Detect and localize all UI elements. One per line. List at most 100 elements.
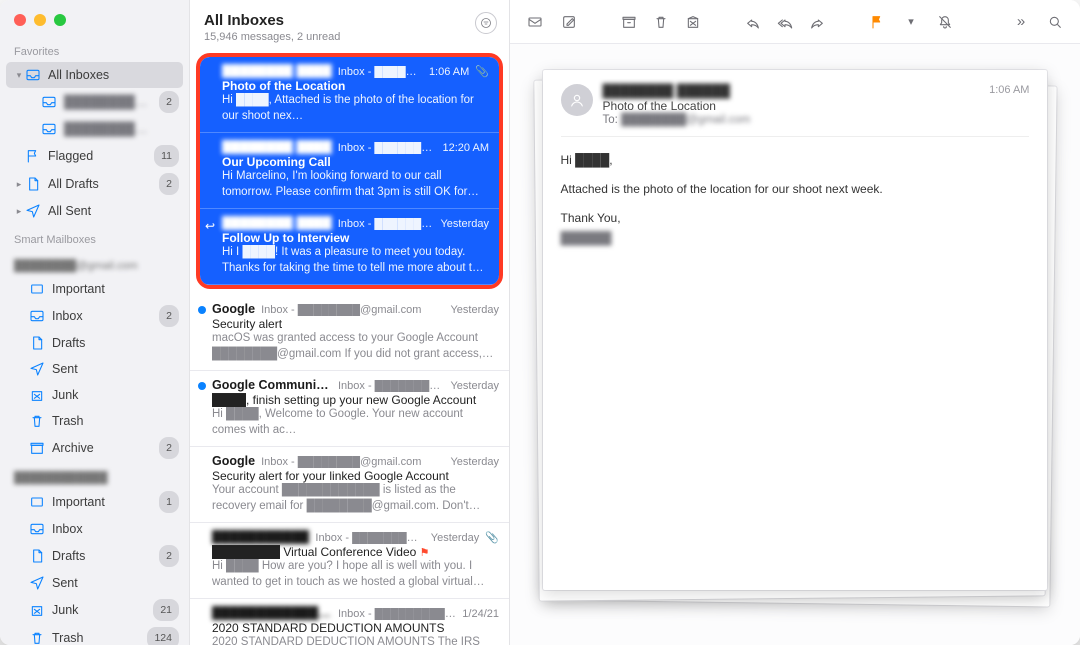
message-mailbox: Inbox - ████████@gmail.com (338, 66, 423, 78)
sidebar-item-all-sent[interactable]: ▸ All Sent (0, 198, 189, 224)
count-badge: 21 (153, 599, 179, 621)
sidebar-item-label: Inbox (52, 306, 159, 326)
forward-button[interactable] (806, 11, 828, 33)
mailbox-title: All Inboxes (204, 12, 340, 29)
message-row[interactable]: ↩████████ ████Inbox - ████████@gmail.com… (200, 209, 499, 285)
search-button[interactable] (1044, 11, 1066, 33)
message-row[interactable]: GoogleInbox - ████████@gmail.comYesterda… (190, 447, 509, 523)
sidebar-item-important[interactable]: Important1 (0, 488, 189, 516)
replied-icon: ↩ (205, 219, 215, 233)
sidebar-item-drafts[interactable]: Drafts2 (0, 542, 189, 570)
message-preview: Hi ████, Attached is the photo of the lo… (222, 93, 489, 124)
sidebar-account-header-1[interactable]: ████████@gmail.com (0, 250, 189, 276)
count-badge: 1 (159, 491, 179, 513)
compose-button[interactable] (558, 11, 580, 33)
sidebar-item-label: Flagged (48, 146, 154, 166)
sidebar-item-junk[interactable]: Junk (0, 382, 189, 408)
message-list[interactable]: ████████ ████Inbox - ████████@gmail.com1… (190, 51, 509, 645)
junk-icon (28, 602, 46, 618)
message-row[interactable]: GoogleInbox - ████████@gmail.comYesterda… (190, 295, 509, 371)
chevron-down-icon[interactable]: ▾ (14, 65, 24, 85)
sidebar-item-sent[interactable]: Sent (0, 356, 189, 382)
sidebar-item-all-drafts[interactable]: ▸ All Drafts 2 (0, 170, 189, 198)
message-mailbox: Inbox - ████████████… (315, 532, 424, 544)
sidebar-item-inbox[interactable]: Inbox (0, 516, 189, 542)
message-subject: Photo of the Location (603, 99, 751, 113)
message-body: Hi ████, Attached is the photo of the lo… (561, 137, 1030, 248)
message-sender: ████████ ████ (222, 64, 332, 78)
message-sender: ████████ ████ (222, 140, 332, 154)
sidebar-item-junk[interactable]: Junk21 (0, 596, 189, 624)
sidebar-section-smart: Smart Mailboxes (0, 224, 189, 250)
sidebar-account-header-2[interactable]: ████████████ (0, 462, 189, 488)
message-mailbox: Inbox - ████████████ (338, 142, 437, 154)
archive-button[interactable] (618, 11, 640, 33)
junk-button[interactable] (682, 11, 704, 33)
sidebar-item-account-inbox-2[interactable]: ████████… (0, 116, 189, 142)
sidebar-item-label: ████████@g… (64, 92, 159, 112)
close-window-button[interactable] (14, 14, 26, 26)
sidebar-item-archive[interactable]: Archive2 (0, 434, 189, 462)
flag-button[interactable] (866, 11, 888, 33)
message-mailbox: Inbox - ████████@gmail.com (261, 304, 444, 316)
attachment-icon: 📎 (485, 531, 499, 544)
zoom-window-button[interactable] (54, 14, 66, 26)
sidebar-item-label: All Inboxes (48, 65, 173, 85)
message-subject: Photo of the Location (222, 79, 489, 93)
sidebar-item-all-inboxes[interactable]: ▾ All Inboxes (6, 62, 183, 88)
flag-icon: ⚑ (420, 547, 430, 559)
sidebar-item-inbox[interactable]: Inbox2 (0, 302, 189, 330)
message-row[interactable]: ████████ ████Inbox - ████████████12:20 A… (200, 133, 499, 209)
message-mailbox: Inbox - ████████@gmail.com (261, 456, 444, 468)
chevron-right-icon[interactable]: ▸ (14, 174, 24, 194)
sidebar-item-sent[interactable]: Sent (0, 570, 189, 596)
toolbar: ▾ » (510, 0, 1080, 44)
minimize-window-button[interactable] (34, 14, 46, 26)
message-row[interactable]: ████████ ████Inbox - ████████@gmail.com1… (200, 57, 499, 133)
message-subject: Security alert (212, 317, 499, 331)
count-badge: 2 (159, 305, 179, 327)
message-row[interactable]: Google Community TeamInbox - ████████@gm… (190, 371, 509, 447)
sidebar-item-label: All Sent (48, 201, 179, 221)
toolbar-overflow-button[interactable]: » (1010, 11, 1032, 33)
message-time: Yesterday (431, 532, 480, 544)
window-controls (0, 0, 189, 36)
message-row[interactable]: ███████████Inbox - ████████████…Yesterda… (190, 523, 509, 599)
message-stack: ████████ ██████ Photo of the Location To… (543, 70, 1048, 590)
reply-button[interactable] (742, 11, 764, 33)
filter-button[interactable] (475, 12, 497, 34)
important-icon (28, 281, 46, 297)
sidebar-item-label: Drafts (52, 546, 159, 566)
inbox-icon (28, 308, 46, 324)
flag-menu-button[interactable]: ▾ (900, 11, 922, 33)
delete-button[interactable] (650, 11, 672, 33)
sender-avatar[interactable] (561, 84, 593, 116)
message-mailbox: Inbox - ████████@gmail.com (338, 380, 444, 392)
sidebar-item-label: Archive (52, 438, 159, 458)
message-sender: Google (212, 454, 255, 468)
message-preview: Hi ████ How are you? I hope all is well … (212, 559, 499, 590)
body-greeting: Hi ████, (561, 151, 1030, 170)
sidebar-item-trash[interactable]: Trash124 (0, 624, 189, 645)
sidebar-item-label: Trash (52, 628, 147, 645)
message-list-pane: All Inboxes 15,946 messages, 2 unread ██… (190, 0, 510, 645)
count-badge: 2 (159, 173, 179, 195)
mark-unread-button[interactable] (524, 11, 546, 33)
message-from[interactable]: ████████ ██████ (603, 84, 751, 98)
sidebar-item-trash[interactable]: Trash (0, 408, 189, 434)
sent-icon (28, 575, 46, 591)
chevron-right-icon[interactable]: ▸ (14, 201, 24, 221)
reply-all-button[interactable] (774, 11, 796, 33)
mute-button[interactable] (934, 11, 956, 33)
message-sender: Google (212, 302, 255, 316)
message-row[interactable]: ████████████ CPAInbox - ████████████…1/2… (190, 599, 509, 645)
reading-pane: ▾ » ████████ ████ (510, 0, 1080, 645)
sidebar-item-flagged[interactable]: Flagged 11 (0, 142, 189, 170)
sidebar-item-label: Junk (52, 600, 153, 620)
sidebar-item-drafts[interactable]: Drafts (0, 330, 189, 356)
message-content[interactable]: ████████ ██████ Photo of the Location To… (543, 70, 1048, 590)
sidebar-item-important[interactable]: Important (0, 276, 189, 302)
sidebar-item-account-inbox-1[interactable]: ████████@g… 2 (0, 88, 189, 116)
sidebar-item-label: Sent (52, 573, 179, 593)
sidebar-item-label: Important (52, 492, 159, 512)
